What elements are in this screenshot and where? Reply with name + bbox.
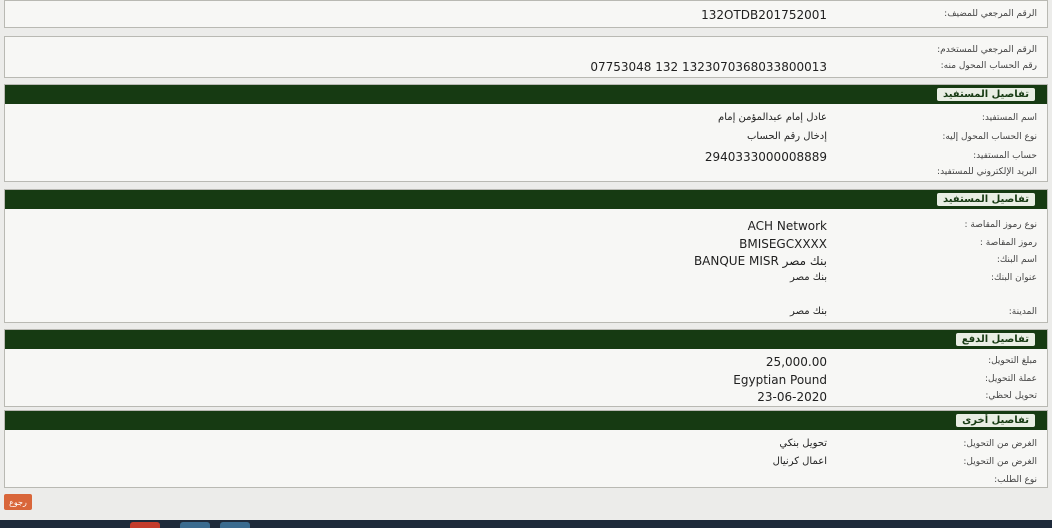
beneficiary-header: تفاصيل المستفيد bbox=[5, 85, 1047, 104]
acct-type-row: نوع الحساب المحول إليه: إدخال رقم الحساب bbox=[5, 130, 1047, 148]
bank-name-row: اسم البنك: BANQUE MISR بنك مصر bbox=[5, 253, 1047, 271]
customer-ref-row: الرقم المرجعي للمضيف: 132OTDB201752001 bbox=[5, 7, 1047, 25]
from-account-label: رقم الحساب المحول منه: bbox=[940, 61, 1037, 71]
purpose2-value: اعمال كرنيال bbox=[772, 456, 827, 467]
beneficiary-acct-value: 2940333000008889 bbox=[704, 150, 827, 164]
taskbar-app-icon[interactable] bbox=[220, 522, 250, 528]
beneficiary-email-row: البريد الإلكتروني للمستفيد: bbox=[5, 165, 1047, 183]
payment-header: تفاصيل الدفع bbox=[5, 330, 1047, 349]
bank-panel: تفاصيل المستفيد نوع رموز المقاصة : ACH N… bbox=[4, 189, 1048, 323]
taskbar-app-icon[interactable] bbox=[180, 522, 210, 528]
beneficiary-title: تفاصيل المستفيد bbox=[936, 88, 1035, 101]
bank-name-value: BANQUE MISR بنك مصر bbox=[693, 254, 827, 268]
clearing-code-row: رموز المقاصة : BMISEGCXXXX bbox=[5, 236, 1047, 254]
clearing-code-value: BMISEGCXXXX bbox=[739, 237, 827, 251]
taskbar bbox=[0, 520, 1052, 528]
customer-ref-label: الرقم المرجعي للمضيف: bbox=[944, 9, 1037, 19]
date-label: تحويل لحظي: bbox=[985, 391, 1037, 401]
beneficiary-name-label: اسم المستفيد: bbox=[981, 113, 1037, 123]
bank-title: تفاصيل المستفيد bbox=[936, 193, 1035, 206]
other-title: تفاصيل أخرى bbox=[956, 414, 1035, 427]
customer-ref-value: 132OTDB201752001 bbox=[701, 8, 827, 22]
taskbar-app-icon[interactable] bbox=[130, 522, 160, 528]
clearing-type-value: ACH Network bbox=[747, 219, 827, 233]
acct-type-value: إدخال رقم الحساب bbox=[746, 131, 827, 142]
purpose1-label: الغرض من التحويل: bbox=[963, 439, 1037, 449]
request-type-row: نوع الطلب: bbox=[5, 473, 1047, 491]
beneficiary-acct-label: حساب المستفيد: bbox=[973, 151, 1037, 161]
other-panel: تفاصيل أخرى الغرض من التحويل: تحويل بنكي… bbox=[4, 410, 1048, 488]
back-button[interactable]: رجوع bbox=[4, 494, 32, 510]
bank-address-label: عنوان البنك: bbox=[991, 273, 1037, 283]
city-label: المدينة: bbox=[1008, 307, 1037, 317]
currency-row: عملة التحويل: Egyptian Pound bbox=[5, 372, 1047, 390]
from-account-row: رقم الحساب المحول منه: 07753048 132 1323… bbox=[5, 59, 1047, 77]
purpose2-label: الغرض من التحويل: bbox=[963, 457, 1037, 467]
payment-panel: تفاصيل الدفع مبلغ التحويل: 25,000.00 عمل… bbox=[4, 329, 1048, 407]
bank-address-value: بنك مصر bbox=[790, 272, 827, 283]
amount-row: مبلغ التحويل: 25,000.00 bbox=[5, 354, 1047, 372]
other-header: تفاصيل أخرى bbox=[5, 411, 1047, 430]
beneficiary-name-row: اسم المستفيد: عادل إمام عبدالمؤمن إمام bbox=[5, 111, 1047, 129]
bank-name-label: اسم البنك: bbox=[996, 255, 1037, 265]
payment-title: تفاصيل الدفع bbox=[955, 333, 1035, 346]
user-ref-label: الرقم المرجعي للمستخدم: bbox=[937, 45, 1037, 55]
purpose1-value: تحويل بنكي bbox=[779, 438, 827, 449]
amount-value: 25,000.00 bbox=[765, 355, 827, 369]
amount-label: مبلغ التحويل: bbox=[988, 356, 1037, 366]
purpose1-row: الغرض من التحويل: تحويل بنكي bbox=[5, 437, 1047, 455]
date-row: تحويل لحظي: 23-06-2020 bbox=[5, 389, 1047, 407]
request-type-label: نوع الطلب: bbox=[994, 475, 1037, 485]
beneficiary-email-label: البريد الإلكتروني للمستفيد: bbox=[937, 167, 1037, 177]
currency-label: عملة التحويل: bbox=[984, 374, 1037, 384]
customer-ref-panel: الرقم المرجعي للمضيف: 132OTDB201752001 bbox=[4, 0, 1048, 28]
date-value: 23-06-2020 bbox=[757, 390, 827, 404]
clearing-type-row: نوع رموز المقاصة : ACH Network bbox=[5, 218, 1047, 236]
city-row: المدينة: بنك مصر bbox=[5, 305, 1047, 323]
beneficiary-name-value: عادل إمام عبدالمؤمن إمام bbox=[718, 112, 827, 123]
bank-header: تفاصيل المستفيد bbox=[5, 190, 1047, 209]
purpose2-row: الغرض من التحويل: اعمال كرنيال bbox=[5, 455, 1047, 473]
clearing-type-label: نوع رموز المقاصة : bbox=[964, 220, 1037, 230]
bank-address-row: عنوان البنك: بنك مصر bbox=[5, 271, 1047, 289]
city-value: بنك مصر bbox=[790, 306, 827, 317]
currency-value: Egyptian Pound bbox=[733, 373, 827, 387]
acct-type-label: نوع الحساب المحول إليه: bbox=[942, 132, 1037, 142]
beneficiary-panel: تفاصيل المستفيد اسم المستفيد: عادل إمام … bbox=[4, 84, 1048, 182]
account-ref-panel: الرقم المرجعي للمستخدم: رقم الحساب المحو… bbox=[4, 36, 1048, 78]
from-account-value: 07753048 132 1323070368033800013 bbox=[590, 60, 827, 74]
clearing-code-label: رموز المقاصة : bbox=[979, 238, 1037, 248]
